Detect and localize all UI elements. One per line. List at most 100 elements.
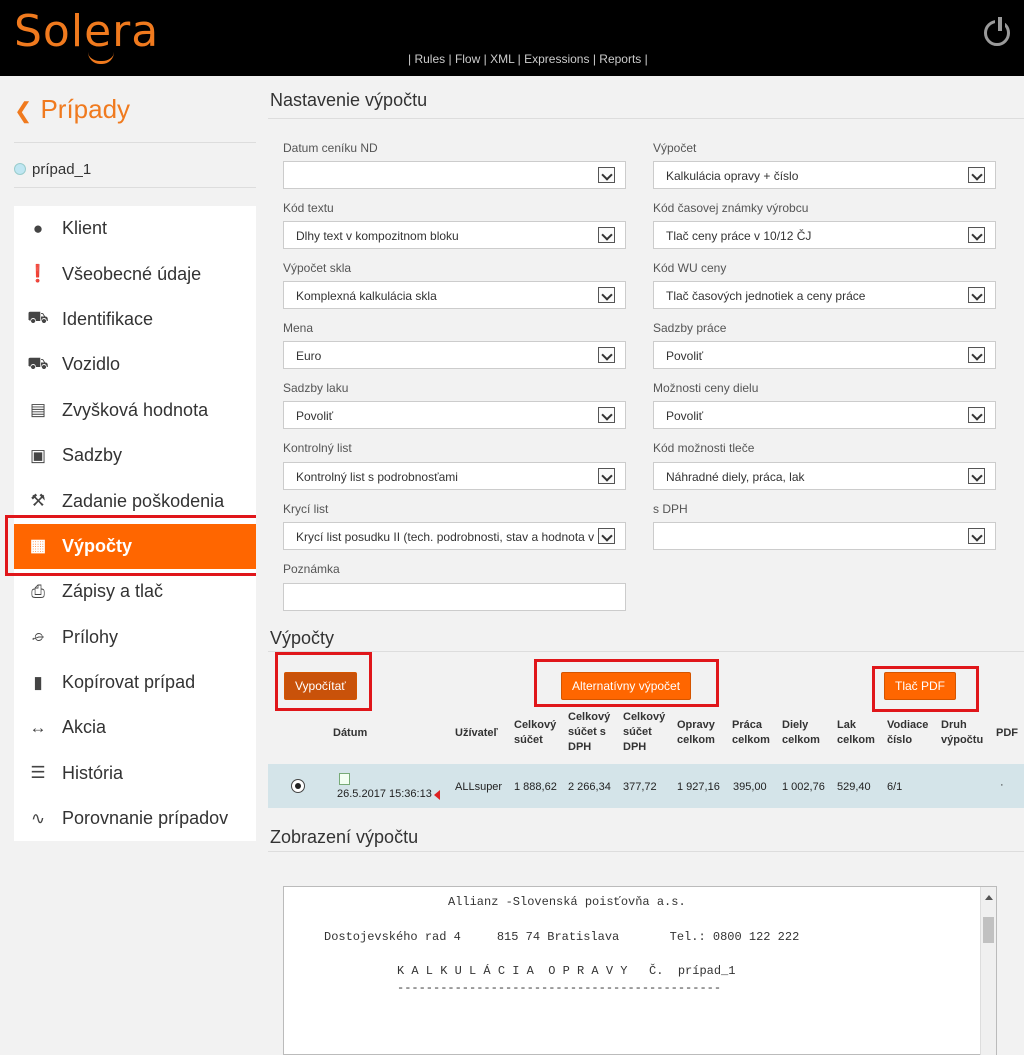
sidebar-item-kopirovat-pripad[interactable]: ▮ Kopírovat prípad	[14, 660, 256, 705]
calculation-preview[interactable]: Allianz -Slovenská poisťovňa a.s. Dostoj…	[283, 886, 997, 1055]
sidebar-item-identifikace[interactable]: ⛟ Identifikace	[14, 297, 256, 342]
kod-casovej-znamky-select[interactable]: Tlač ceny práce v 10/12 ČJ	[653, 221, 996, 249]
nav-rules[interactable]: Rules	[414, 52, 445, 66]
table-row[interactable]: 26.5.2017 15:36:13 ALLsuper 1 888,62 2 2…	[268, 764, 1024, 808]
bar-chart-icon: ▤	[29, 400, 47, 420]
sidebar-item-zvyskova-hodnota[interactable]: ▤ Zvyšková hodnota	[14, 388, 256, 433]
field-label: Kód časovej známky výrobcu	[653, 201, 809, 215]
row-select-radio[interactable]	[291, 779, 305, 793]
preview-line: ----------------------------------------…	[397, 981, 722, 995]
row-user: ALLsuper	[455, 781, 503, 793]
chevron-down-icon	[968, 287, 985, 303]
nav-flow[interactable]: Flow	[455, 52, 480, 66]
vypocet-skla-select[interactable]: Komplexná kalkulácia skla	[283, 281, 626, 309]
chevron-down-icon	[598, 468, 615, 484]
field-label: Výpočet	[653, 141, 697, 155]
col-guide: Vodiace číslo	[887, 719, 929, 746]
current-case: prípad_1	[14, 142, 256, 188]
sadzby-laku-select[interactable]: Povoliť	[283, 401, 626, 429]
scroll-thumb[interactable]	[983, 917, 994, 943]
nav-expressions[interactable]: Expressions	[524, 52, 589, 66]
sidebar-item-porovnanie-pripadov[interactable]: ∿ Porovnanie prípadov	[14, 796, 256, 841]
highlight-compute	[275, 652, 372, 711]
user-icon: ●	[32, 218, 44, 238]
settings-title: Nastavenie výpočtu	[270, 90, 428, 110]
chevron-down-icon	[968, 468, 985, 484]
chevron-down-icon	[968, 167, 985, 183]
row-paint: 529,40	[837, 781, 871, 793]
field-label: Sadzby laku	[283, 381, 349, 395]
sidebar-item-prilohy[interactable]: ⌮ Prílohy	[14, 615, 256, 660]
row-total: 1 888,62	[514, 781, 557, 793]
power-icon[interactable]	[984, 17, 1010, 46]
kod-textu-select[interactable]: Dlhy text v kompozitnom bloku	[283, 221, 626, 249]
calculations-title: Výpočty	[270, 628, 335, 648]
chevron-down-icon	[598, 167, 615, 183]
col-repairs: Opravy celkom	[677, 719, 715, 746]
col-user: Užívateľ	[455, 727, 498, 739]
field-label: Kontrolný list	[283, 441, 352, 455]
exclamation-icon: ❗	[27, 264, 49, 284]
mena-select[interactable]: Euro	[283, 341, 626, 369]
sidebar-item-historia[interactable]: ☰ História	[14, 751, 256, 796]
highlight-vypocty	[5, 515, 263, 576]
sidebar-item-klient[interactable]: ● Klient	[14, 206, 256, 251]
field-label: Výpočet skla	[283, 261, 352, 275]
paperclip-icon: ⌮	[31, 627, 45, 647]
col-vat: Celkový súčet DPH	[623, 711, 666, 753]
sidebar-item-vozidlo[interactable]: ⛟ Vozidlo	[14, 342, 256, 387]
sidebar-item-sadzby[interactable]: ▣ Sadzby	[14, 433, 256, 478]
taxi-icon: ⛟	[27, 353, 49, 373]
document-icon[interactable]	[339, 773, 350, 785]
divider	[268, 651, 1024, 652]
highlight-print-pdf	[872, 666, 979, 712]
book-icon: ▮	[33, 672, 43, 692]
row-guide: 6/1	[887, 781, 903, 793]
field-label: Kód textu	[283, 201, 334, 215]
sidebar-item-vseobecne-udaje[interactable]: ❗ Všeobecné údaje	[14, 251, 256, 296]
row-total-vat: 2 266,34	[568, 781, 611, 793]
field-label: Mena	[283, 321, 314, 335]
nav-reports[interactable]: Reports	[599, 52, 641, 66]
kod-moznosti-tlace-select[interactable]: Náhradné diely, práca, lak	[653, 462, 996, 490]
top-nav: | Rules | Flow | XML | Expressions | Rep…	[408, 52, 648, 66]
field-label: s DPH	[653, 502, 688, 516]
s-dph-select[interactable]	[653, 522, 996, 550]
case-name: prípad_1	[32, 161, 92, 178]
chevron-down-icon	[968, 407, 985, 423]
poznamka-input[interactable]	[283, 583, 626, 611]
col-total: Celkový súčet	[514, 719, 557, 746]
sadzby-prace-select[interactable]: Povoliť	[653, 341, 996, 369]
field-label: Možnosti ceny dielu	[653, 381, 759, 395]
kryci-list-select[interactable]: Krycí list posudku II (tech. podrobnosti…	[283, 522, 626, 550]
back-label: Prípady	[40, 94, 131, 124]
divider	[268, 851, 1024, 852]
chevron-down-icon	[598, 287, 615, 303]
list-icon: ☰	[30, 763, 46, 783]
chevron-down-icon	[968, 528, 985, 544]
preview-line: Dostojevského rad 4 815 74 Bratislava Te…	[324, 930, 800, 944]
preview-line: K A L K U L Á C I A O P R A V Y Č. prípa…	[397, 964, 736, 978]
divider	[268, 118, 1024, 119]
top-bar: Solera | Rules | Flow | XML | Expression…	[0, 0, 1024, 76]
row-pdf[interactable]: ·	[1000, 779, 1004, 791]
col-labour: Práca celkom	[732, 719, 770, 746]
row-parts: 1 002,76	[782, 781, 825, 793]
solera-logo[interactable]: Solera	[14, 6, 159, 57]
moznosti-ceny-dielu-select[interactable]: Povoliť	[653, 401, 996, 429]
nav-xml[interactable]: XML	[490, 52, 514, 66]
kontrolny-list-select[interactable]: Kontrolný list s podrobnosťami	[283, 462, 626, 490]
sidebar-item-akcia[interactable]: ↔ Akcia	[14, 705, 256, 750]
vypocet-select[interactable]: Kalkulácia opravy + číslo	[653, 161, 996, 189]
chevron-down-icon	[598, 227, 615, 243]
kod-wu-ceny-select[interactable]: Tlač časových jednotiek a ceny práce	[653, 281, 996, 309]
wrench-icon: ⚒	[30, 491, 46, 511]
field-label: Krycí list	[283, 502, 329, 516]
field-label: Sadzby práce	[653, 321, 727, 335]
scrollbar[interactable]	[980, 887, 996, 1055]
row-labour: 395,00	[733, 781, 767, 793]
datum-ceniku-select[interactable]	[283, 161, 626, 189]
back-to-cases-link[interactable]: ❮ Prípady	[14, 94, 130, 125]
field-label: Datum ceníku ND	[283, 141, 378, 155]
scroll-up-icon[interactable]	[985, 895, 993, 900]
